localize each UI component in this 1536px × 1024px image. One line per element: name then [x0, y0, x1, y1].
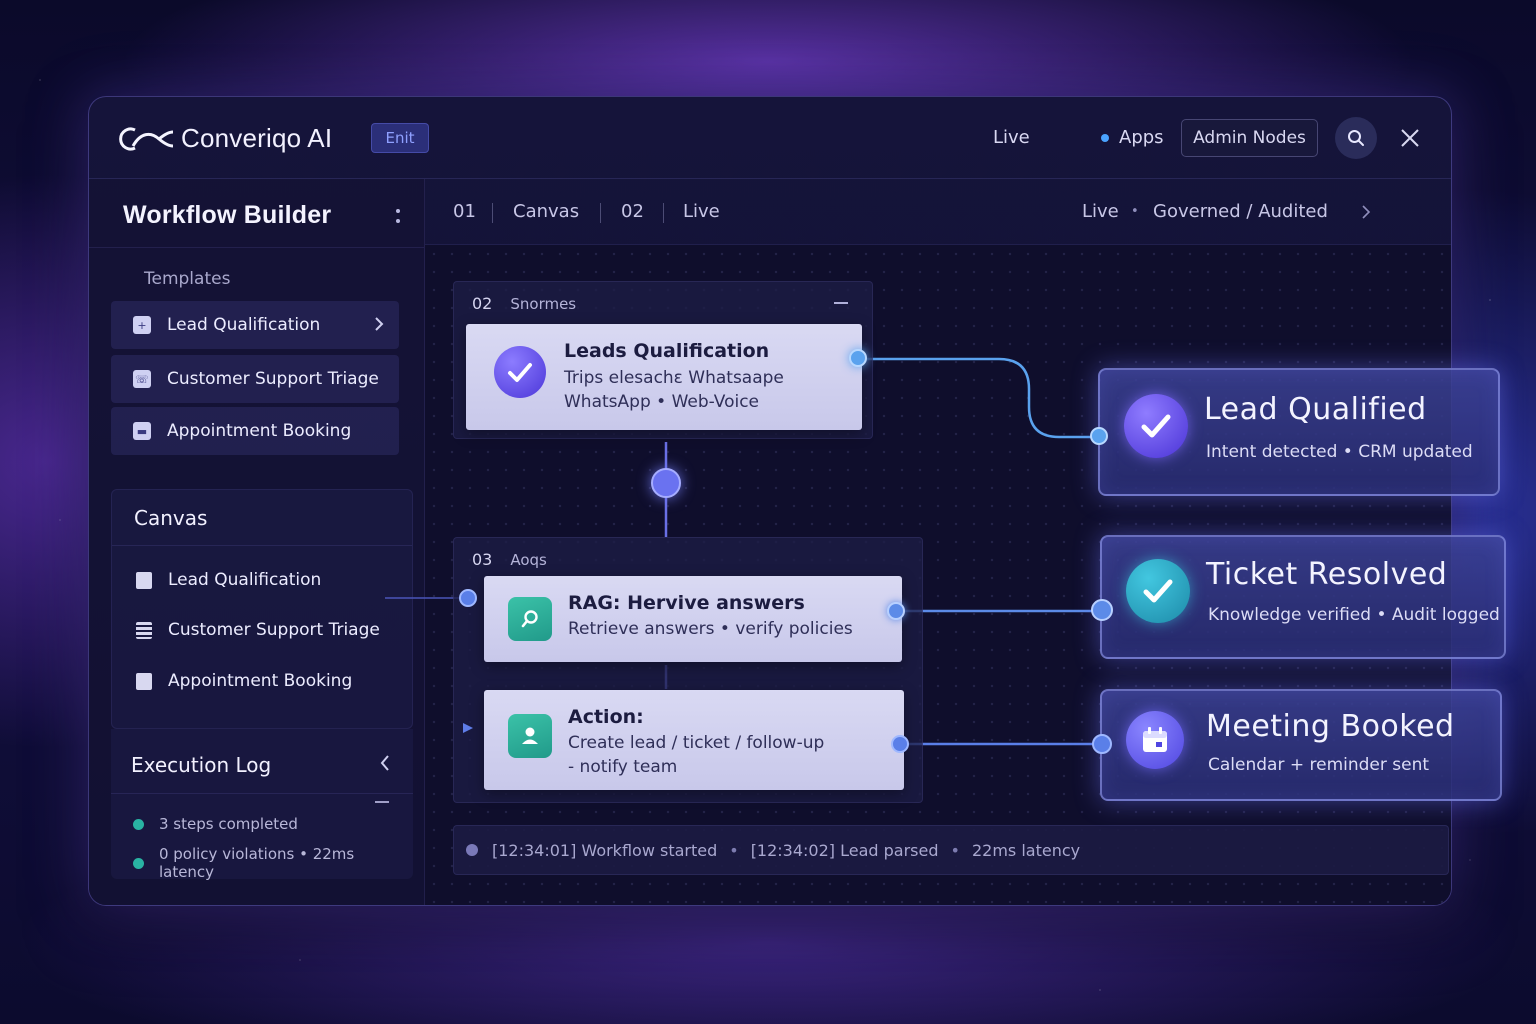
play-icon: [463, 723, 473, 733]
check-icon: [1126, 559, 1190, 623]
outcome-subtitle: Intent detected • CRM updated: [1206, 442, 1473, 462]
status-dot-icon: [466, 844, 478, 856]
node-card-action[interactable]: Action: Create lead / ticket / follow-up…: [484, 690, 904, 790]
search-icon: [508, 597, 552, 641]
user-icon: [508, 714, 552, 758]
node-group-03: 03 Aoqs RAG: Hervive answers Retrieve ans…: [453, 537, 923, 803]
output-port[interactable]: [887, 602, 905, 620]
node-card-line: Retrieve answers • verify policies: [568, 619, 853, 639]
node-card-line: WhatsApp • Web-Voice: [564, 392, 760, 412]
check-icon: [1124, 394, 1188, 458]
output-port[interactable]: [849, 349, 867, 367]
outcome-title: Ticket Resolved: [1206, 557, 1448, 592]
separator-dot: •: [729, 840, 739, 860]
node-card-line: Create lead / ticket / follow-up: [568, 733, 825, 753]
node-card-rag[interactable]: RAG: Hervive answers Retrieve answers • …: [484, 576, 902, 662]
node-card-line: - notify team: [568, 757, 678, 777]
outcome-title: Meeting Booked: [1206, 709, 1455, 744]
check-icon: [494, 346, 546, 398]
log-entry: 22ms latency: [971, 840, 1081, 860]
outcome-subtitle: Knowledge verified • Audit logged: [1208, 605, 1500, 625]
node-group-number: 03: [472, 550, 493, 569]
node-group-header: 02 Snormes: [472, 294, 576, 313]
calendar-icon: [1126, 711, 1184, 769]
execution-log-bar: [12:34:01] Workflow started • [12:34:02]…: [453, 825, 1449, 875]
outcome-card-lead-qualified[interactable]: Lead Qualified Intent detected • CRM upd…: [1098, 368, 1500, 496]
input-port[interactable]: [459, 589, 477, 607]
node-group-header: 03 Aoqs: [472, 550, 547, 569]
node-group-number: 02: [472, 294, 493, 313]
node-card-title: Action:: [568, 706, 644, 728]
log-entry: [12:34:01] Workflow started: [492, 840, 718, 860]
outcome-subtitle: Calendar + reminder sent: [1208, 755, 1430, 775]
node-card-title: RAG: Hervive answers: [568, 592, 805, 614]
collapse-icon[interactable]: [834, 302, 848, 304]
node-card-title: Leads Qualification: [564, 340, 770, 362]
node-group-02: 02 Snormes Leads Qualification Trips eles…: [453, 281, 873, 439]
outcome-card-meeting-booked[interactable]: Meeting Booked Calendar + reminder sent: [1100, 689, 1502, 801]
outcome-title: Lead Qualified: [1204, 392, 1427, 427]
node-group-name: Snormes: [510, 295, 577, 313]
output-port[interactable]: [891, 735, 909, 753]
log-entry: [12:34:02] Lead parsed: [750, 840, 939, 860]
separator-dot: •: [950, 840, 960, 860]
input-port[interactable]: [1092, 734, 1112, 754]
input-port[interactable]: [1091, 599, 1113, 621]
node-card-line: Trips elesachε Whatsaape: [564, 368, 784, 388]
node-group-name: Aoqs: [510, 551, 547, 569]
node-card-leads-qualification[interactable]: Leads Qualification Trips elesachε Whats…: [466, 324, 862, 430]
input-port[interactable]: [1090, 427, 1108, 445]
outcome-card-ticket-resolved[interactable]: Ticket Resolved Knowledge verified • Aud…: [1100, 535, 1506, 659]
join-node[interactable]: [651, 468, 681, 498]
